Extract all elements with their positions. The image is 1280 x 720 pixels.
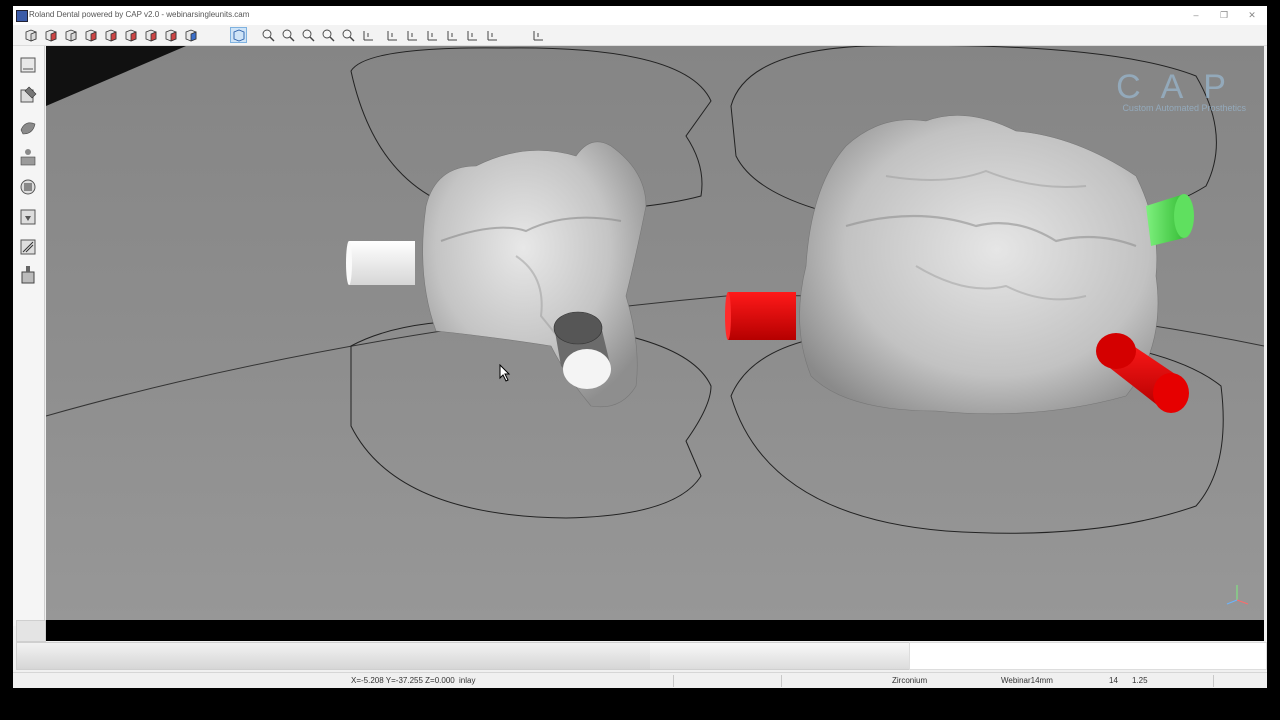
crown-model[interactable]: [799, 115, 1159, 415]
application-window: Roland Dental powered by CAP v2.0 - webi…: [13, 6, 1267, 688]
zoom-out-icon[interactable]: [281, 28, 296, 42]
status-field-a: 14: [1109, 676, 1118, 685]
status-job-type: inlay: [459, 676, 476, 685]
mill-icon[interactable]: [17, 264, 39, 286]
rotate-icon[interactable]: [321, 28, 336, 42]
left-toolbar: [13, 46, 45, 626]
message-bar: [46, 620, 1264, 641]
connector-white-left[interactable]: [346, 241, 415, 285]
title-bar: Roland Dental powered by CAP v2.0 - webi…: [13, 6, 1267, 25]
progress-fill: [17, 643, 651, 669]
progress-bar: [16, 642, 910, 670]
minimize-button[interactable]: –: [1189, 9, 1203, 21]
measure-icon[interactable]: [361, 28, 376, 42]
cap-logo-text: CAP: [1116, 68, 1246, 106]
view-right-icon[interactable]: [83, 28, 98, 42]
view-front-icon[interactable]: [23, 28, 38, 42]
stock-edge-shadow: [46, 46, 186, 106]
simulate-icon[interactable]: [17, 236, 39, 258]
3d-viewport[interactable]: CAP Custom Automated Prosthetics: [46, 46, 1264, 620]
top-toolbar: [13, 25, 1267, 46]
section-z-icon[interactable]: [425, 28, 440, 42]
tool-icon[interactable]: [485, 28, 500, 42]
section-y-icon[interactable]: [405, 28, 420, 42]
nesting-icon[interactable]: [17, 146, 39, 168]
pan-icon[interactable]: [301, 28, 316, 42]
status-separator: [1213, 675, 1214, 687]
cap-logo: CAP Custom Automated Prosthetics: [1116, 68, 1246, 113]
axis-triad-icon: [1226, 585, 1249, 605]
status-separator: [673, 675, 674, 687]
status-stock: Webinar14mm: [1001, 676, 1053, 685]
view-iso3-icon[interactable]: [183, 28, 198, 42]
view-left-icon[interactable]: [63, 28, 78, 42]
restore-button[interactable]: ❐: [1217, 9, 1231, 21]
progress-remaining: [909, 642, 1267, 670]
close-button[interactable]: ✕: [1245, 9, 1259, 21]
fit-icon[interactable]: [341, 28, 356, 42]
view-iso1-icon[interactable]: [143, 28, 158, 42]
window-title: Roland Dental powered by CAP v2.0 - webi…: [29, 10, 250, 19]
3d-scene[interactable]: [46, 46, 1264, 620]
connector-red-center[interactable]: [725, 292, 796, 340]
sprue-icon[interactable]: [465, 28, 480, 42]
view-corner-box: [16, 620, 46, 642]
view-iso2-icon[interactable]: [163, 28, 178, 42]
view-bottom-icon[interactable]: [123, 28, 138, 42]
calculate-icon[interactable]: [17, 206, 39, 228]
edit-icon[interactable]: [17, 84, 39, 106]
left-outline-bottom: [350, 319, 712, 519]
app-icon: [16, 10, 28, 22]
status-field-b: 1.25: [1132, 676, 1148, 685]
cap-logo-subtitle: Custom Automated Prosthetics: [1122, 103, 1246, 113]
material-icon[interactable]: [17, 116, 39, 138]
stock-icon[interactable]: [17, 176, 39, 198]
new-job-icon[interactable]: [17, 54, 39, 76]
status-material: Zirconium: [892, 676, 928, 685]
view-back-icon[interactable]: [43, 28, 58, 42]
section-x-icon[interactable]: [385, 28, 400, 42]
status-bar: X=-5.208 Y=-37.255 Z=0.000 inlay Zirconi…: [13, 672, 1267, 688]
zoom-window-icon[interactable]: [261, 28, 276, 42]
settings-icon[interactable]: [531, 28, 546, 42]
mouse-cursor-icon: [499, 364, 511, 382]
clip-icon[interactable]: [445, 28, 460, 42]
status-separator: [781, 675, 782, 687]
view-top-icon[interactable]: [103, 28, 118, 42]
status-coordinates: X=-5.208 Y=-37.255 Z=0.000: [351, 676, 455, 685]
wireframe-toggle-icon[interactable]: [230, 27, 247, 43]
connector-green[interactable]: [1146, 194, 1194, 246]
